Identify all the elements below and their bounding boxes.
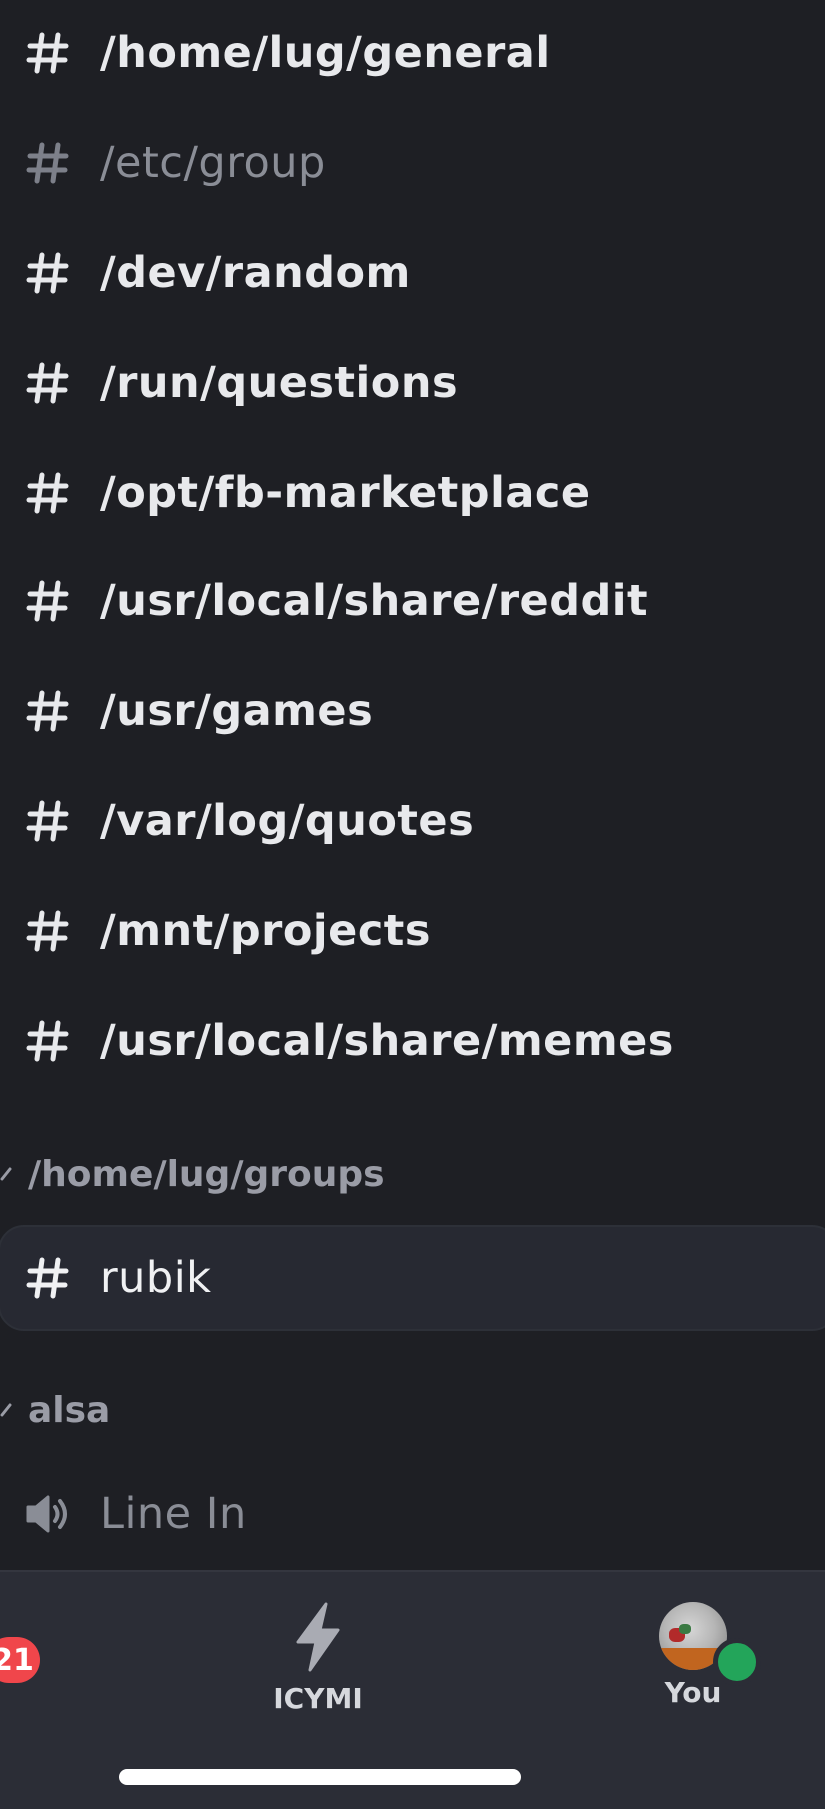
channel-usr-local-share-memes[interactable]: /usr/local/share/memes — [0, 988, 825, 1094]
channel-label: /mnt/projects — [100, 906, 431, 956]
channel-label: /run/questions — [100, 358, 459, 408]
channel-opt-fb-marketplace[interactable]: /opt/fb-marketplace — [0, 440, 825, 546]
tab-label: ICYMI — [273, 1682, 363, 1715]
hash-icon — [24, 139, 72, 187]
channel-label: rubik — [100, 1253, 212, 1303]
hash-icon — [24, 1254, 72, 1302]
channel-mnt-projects[interactable]: /mnt/projects — [0, 878, 825, 984]
chevron-down-icon — [0, 1163, 22, 1185]
voice-channel-label: Line In — [100, 1489, 247, 1539]
hash-icon — [24, 687, 72, 735]
speaker-icon — [24, 1490, 72, 1538]
avatar — [659, 1602, 761, 1686]
tab-label: You — [664, 1676, 722, 1709]
hash-icon — [24, 29, 72, 77]
channel-label: /var/log/quotes — [100, 796, 475, 846]
category-label: /home/lug/groups — [28, 1153, 385, 1195]
online-status-indicator — [713, 1638, 761, 1686]
channel-label: /usr/games — [100, 686, 374, 736]
channel-label: /etc/group — [100, 138, 326, 188]
hash-icon — [24, 577, 72, 625]
channel-label: /opt/fb-marketplace — [100, 468, 591, 518]
hash-icon — [24, 359, 72, 407]
tab-you[interactable]: You — [613, 1602, 773, 1722]
notification-badge[interactable]: 21 — [0, 1637, 40, 1683]
channel-dev-random[interactable]: /dev/random — [0, 220, 825, 326]
channel-usr-local-share-reddit[interactable]: /usr/local/share/reddit — [0, 548, 825, 654]
category-label: alsa — [28, 1389, 111, 1431]
channel-etc-group[interactable]: /etc/group — [0, 110, 825, 216]
channel-label: /usr/local/share/reddit — [100, 576, 649, 626]
channel-usr-games[interactable]: /usr/games — [0, 658, 825, 764]
channel-home-lug-general[interactable]: /home/lug/general — [0, 0, 825, 106]
tab-icymi[interactable]: ICYMI — [238, 1602, 398, 1722]
channel-var-log-quotes[interactable]: /var/log/quotes — [0, 768, 825, 874]
channel-label: /home/lug/general — [100, 28, 551, 78]
channel-label: /usr/local/share/memes — [100, 1016, 674, 1066]
hash-icon — [24, 249, 72, 297]
hash-icon — [24, 1017, 72, 1065]
category-home-lug-groups[interactable]: /home/lug/groups — [0, 1144, 385, 1204]
channel-run-questions[interactable]: /run/questions — [0, 330, 825, 436]
bottom-navigation: 21 ICYMI You — [0, 1570, 825, 1809]
hash-icon — [24, 797, 72, 845]
hash-icon — [24, 907, 72, 955]
lightning-icon — [288, 1602, 348, 1676]
voice-channel-line-in[interactable]: Line In — [0, 1461, 825, 1567]
home-indicator[interactable] — [119, 1769, 521, 1785]
channel-label: /dev/random — [100, 248, 411, 298]
category-alsa[interactable]: alsa — [0, 1380, 110, 1440]
chevron-down-icon — [0, 1399, 22, 1421]
hash-icon — [24, 469, 72, 517]
channel-rubik[interactable]: rubik — [0, 1225, 825, 1331]
